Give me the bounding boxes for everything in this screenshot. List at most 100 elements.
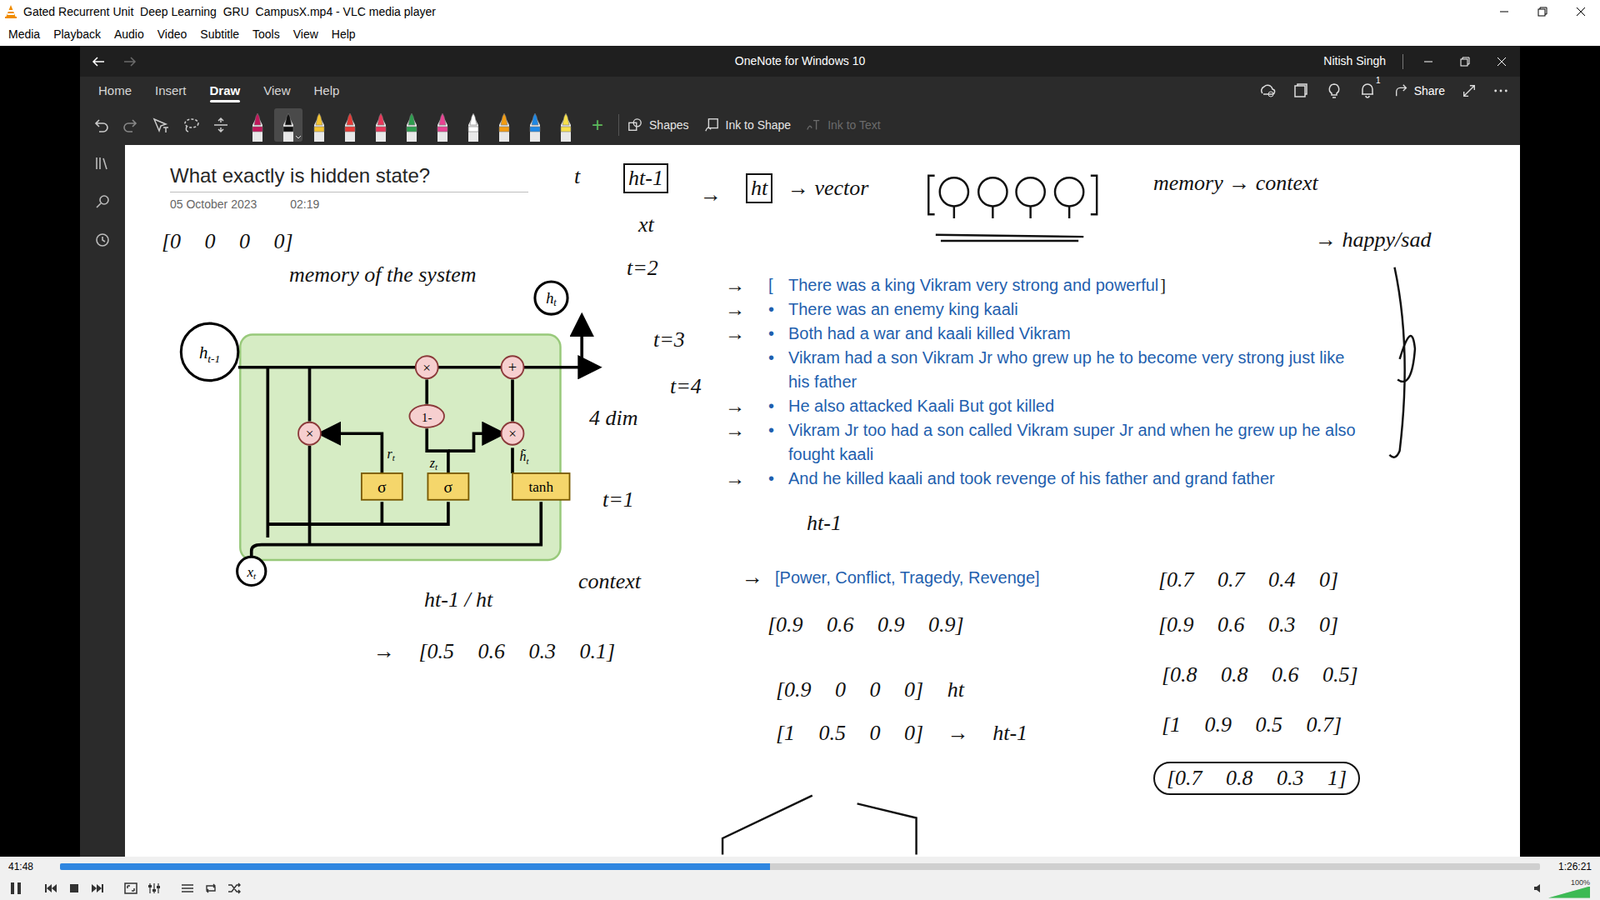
type-select-icon[interactable] <box>151 115 170 135</box>
ribbon-tab[interactable]: Draw <box>198 76 253 105</box>
lightbulb-icon[interactable] <box>1325 82 1343 100</box>
close-button[interactable] <box>1561 0 1600 24</box>
ink-annotation[interactable]: ht-1 <box>623 163 669 194</box>
volume-control[interactable]: 100% <box>1533 878 1595 899</box>
pen-button[interactable] <box>243 108 272 142</box>
pages-icon[interactable] <box>1292 82 1310 100</box>
ink-annotation[interactable]: t=1 <box>602 486 635 514</box>
volume-track[interactable] <box>1548 886 1590 899</box>
ink-annotation[interactable]: memory → context <box>1153 170 1319 197</box>
ink-annotation[interactable]: ht <box>745 173 773 204</box>
redo-icon[interactable] <box>121 115 140 135</box>
ink-annotation[interactable]: [0.7 0.7 0.4 0] <box>1158 566 1339 594</box>
pen-button[interactable] <box>397 108 426 142</box>
sync-icon[interactable] <box>1259 82 1276 100</box>
add-pen-button[interactable]: + <box>585 115 610 135</box>
note-text[interactable]: Both had a war and kaali killed Vikram <box>788 321 1364 346</box>
random-button[interactable] <box>225 879 244 898</box>
ink-annotation[interactable]: [0.9 0 0 0] ht <box>775 676 965 704</box>
ink-annotation[interactable]: [0 0 0 0] <box>161 228 294 255</box>
page-title[interactable]: What exactly is hidden state? <box>170 163 529 193</box>
ink-annotation[interactable]: [1 0.5 0 0] → ht-1 <box>775 720 1028 747</box>
ink-annotation[interactable]: [1 0.9 0.5 0.7] <box>1161 711 1342 739</box>
ink-annotation[interactable]: [0.8 0.8 0.6 0.5] <box>1161 661 1359 689</box>
ink-annotation[interactable]: memory of the system <box>289 261 481 289</box>
menu-item[interactable]: Media <box>1 25 47 44</box>
note-text[interactable]: There was an enemy king kaali <box>788 297 1364 322</box>
ink-annotation[interactable]: → [0.5 0.6 0.3 0.1] <box>373 638 615 665</box>
ink-annotation[interactable]: ht-1 <box>806 510 842 537</box>
ink-annotation[interactable]: → vector <box>787 175 869 202</box>
expand-icon[interactable] <box>1461 83 1477 99</box>
categories-text[interactable]: [Power, Conflict, Tragedy, Revenge] <box>775 565 1040 590</box>
playlist-button[interactable] <box>178 879 197 898</box>
ribbon-tab[interactable]: View <box>251 76 302 105</box>
share-button[interactable]: Share <box>1394 82 1445 100</box>
pen-button[interactable] <box>428 108 457 142</box>
menu-item[interactable]: Video <box>150 25 195 44</box>
ink-annotation[interactable]: [0.7 0.8 0.3 1] <box>1153 761 1360 795</box>
note-text[interactable]: Vikram had a son Vikram Jr who grew up h… <box>788 345 1364 395</box>
pen-button[interactable] <box>305 108 334 142</box>
menu-item[interactable]: View <box>286 25 325 44</box>
ink-annotation[interactable]: → <box>700 181 722 209</box>
ink-annotation[interactable]: [0.9 0.6 0.3 0] <box>1158 611 1339 639</box>
play-pause-button[interactable] <box>5 878 27 899</box>
pen-button[interactable] <box>459 108 488 142</box>
onenote-close-button[interactable] <box>1483 56 1520 67</box>
loop-button[interactable] <box>201 879 220 898</box>
pen-button[interactable] <box>551 108 580 142</box>
dropdown-caret-icon[interactable] <box>295 135 302 140</box>
menu-item[interactable]: Audio <box>107 25 151 44</box>
forward-arrow-icon[interactable] <box>123 55 137 69</box>
page-canvas[interactable]: ht-1 ht xt rt zt h̃t × 1- + × × <box>125 145 1520 857</box>
menu-item[interactable]: Tools <box>245 25 287 44</box>
minimize-button[interactable] <box>1485 0 1524 24</box>
ink-annotation[interactable]: [0.9 0.6 0.9 0.9] <box>767 611 965 639</box>
onenote-restore-button[interactable] <box>1446 56 1484 67</box>
recent-clock-icon[interactable] <box>94 231 111 249</box>
extended-settings-button[interactable] <box>145 879 164 898</box>
notebooks-icon[interactable] <box>94 155 111 172</box>
ink-annotation[interactable]: t <box>574 163 580 190</box>
notifications-button[interactable]: 1 <box>1359 81 1378 100</box>
ink-tool-button[interactable]: Shapes <box>627 116 689 135</box>
ink-tool-button[interactable]: Ink to Shape <box>704 116 792 135</box>
pen-button[interactable] <box>274 108 303 142</box>
ink-annotation[interactable]: 4 dim <box>589 405 639 432</box>
onenote-minimize-button[interactable] <box>1410 56 1447 67</box>
ink-annotation[interactable]: t=3 <box>653 326 685 354</box>
seek-track[interactable] <box>60 863 1540 870</box>
menu-item[interactable]: Help <box>325 25 363 44</box>
speaker-icon[interactable] <box>1533 882 1545 895</box>
ribbon-tab[interactable]: Insert <box>143 76 199 105</box>
fullscreen-button[interactable] <box>121 879 140 898</box>
ink-annotation[interactable]: context <box>578 568 641 595</box>
lasso-icon[interactable] <box>181 115 200 135</box>
add-space-icon[interactable] <box>211 115 230 135</box>
previous-button[interactable] <box>41 879 60 898</box>
user-name[interactable]: Nitish Singh <box>1323 52 1403 70</box>
menu-item[interactable]: Subtitle <box>193 25 246 44</box>
undo-icon[interactable] <box>91 115 110 135</box>
more-icon[interactable] <box>1493 83 1509 99</box>
stop-button[interactable] <box>65 879 84 898</box>
back-arrow-icon[interactable] <box>91 55 105 69</box>
ribbon-tab[interactable]: Help <box>301 76 351 105</box>
next-button[interactable] <box>88 879 107 898</box>
ink-annotation[interactable]: xt <box>638 211 655 239</box>
ribbon-tab[interactable]: Home <box>86 76 144 105</box>
pen-button[interactable] <box>335 108 365 142</box>
ink-annotation[interactable]: t=2 <box>626 255 659 282</box>
pen-button[interactable] <box>490 108 519 142</box>
ink-annotation[interactable]: → happy/sad <box>1315 226 1431 254</box>
menu-item[interactable]: Playback <box>46 25 108 44</box>
restore-button[interactable] <box>1523 0 1562 24</box>
pen-button[interactable] <box>366 108 395 142</box>
search-icon[interactable] <box>94 193 111 210</box>
note-text[interactable]: Vikram Jr too had a son called Vikram su… <box>788 418 1364 467</box>
pen-button[interactable] <box>520 108 550 142</box>
note-text[interactable]: He also attacked Kaali But got killed <box>788 394 1364 419</box>
ink-annotation[interactable]: t=4 <box>670 373 702 400</box>
note-text[interactable]: There was a king Vikram very strong and … <box>788 273 1364 298</box>
